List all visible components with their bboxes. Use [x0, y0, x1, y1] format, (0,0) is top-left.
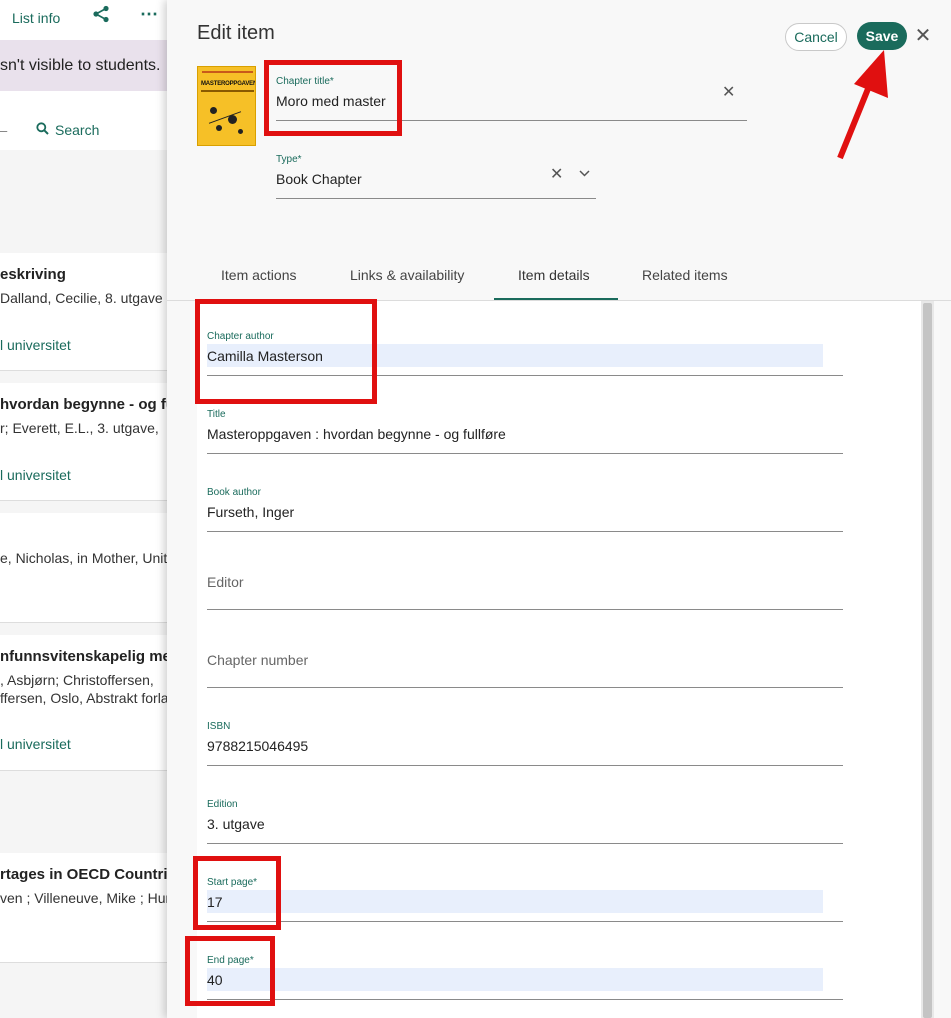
- list-item-link[interactable]: l universitet: [0, 467, 71, 483]
- search-link[interactable]: Search: [36, 122, 99, 138]
- field-underline: [207, 609, 843, 610]
- field-underline: [207, 843, 843, 844]
- form-scrollbar[interactable]: [921, 301, 934, 1018]
- edition-value[interactable]: 3. utgave: [207, 816, 265, 832]
- annotation-box-end-page: [185, 936, 275, 1006]
- list-item-meta: r; Everett, E.L., 3. utgave,: [0, 420, 159, 436]
- list-item-title: hvordan begynne - og fu: [0, 396, 175, 413]
- search-label: Search: [55, 122, 100, 138]
- chapter-number-placeholder[interactable]: Chapter number: [207, 652, 308, 668]
- active-tab-indicator: [494, 298, 618, 300]
- type-label: Type*: [276, 154, 302, 165]
- cover-subtitle-bar: [201, 90, 254, 92]
- list-item-title: rtages in OECD Countrie: [0, 866, 176, 883]
- tab-item-details[interactable]: Item details: [518, 267, 590, 283]
- panel-title: Edit item: [197, 22, 275, 44]
- title-field[interactable]: Title Masteroppgaven : hvordan begynne -…: [207, 409, 843, 455]
- end-page-field[interactable]: End page* 40: [207, 955, 843, 1001]
- close-icon[interactable]: ✕: [912, 23, 934, 49]
- list-item-meta: e, Nicholas, in Mother, Unit: [0, 550, 168, 566]
- book-author-field[interactable]: Book author Furseth, Inger: [207, 487, 843, 533]
- list-item-link[interactable]: l universitet: [0, 337, 71, 353]
- isbn-field[interactable]: ISBN 9788215046495: [207, 721, 843, 767]
- tab-item-actions[interactable]: Item actions: [221, 267, 296, 283]
- field-underline: [207, 921, 843, 922]
- isbn-label: ISBN: [207, 721, 231, 732]
- annotation-box-start-page: [193, 856, 281, 930]
- book-cover-thumbnail: MASTEROPPGAVEN: [197, 66, 256, 146]
- list-item-title: eskriving: [0, 266, 66, 283]
- field-underline: [276, 198, 596, 199]
- field-underline: [207, 531, 843, 532]
- edition-field[interactable]: Edition 3. utgave: [207, 799, 843, 845]
- book-author-label: Book author: [207, 487, 261, 498]
- search-icon: [36, 122, 49, 138]
- list-item-meta: ven ; Villeneuve, Mike ; Hur: [0, 890, 171, 906]
- list-item-title: nfunnsvitenskapelig me: [0, 648, 171, 665]
- item-details-form: Chapter author Camilla Masterson Title M…: [197, 301, 921, 1018]
- field-underline: [207, 765, 843, 766]
- cover-figure: [216, 125, 222, 131]
- filter-separator: –: [0, 123, 8, 138]
- editor-field[interactable]: Editor: [207, 565, 843, 611]
- scrollbar-thumb[interactable]: [923, 303, 932, 1018]
- autofill-highlight: [207, 968, 823, 991]
- cancel-button[interactable]: Cancel: [785, 23, 847, 51]
- more-icon[interactable]: ⋯: [140, 4, 159, 25]
- tab-related-items[interactable]: Related items: [642, 267, 728, 283]
- field-underline: [207, 687, 843, 688]
- autofill-highlight: [207, 890, 823, 913]
- list-item-meta: Dalland, Cecilie, 8. utgave: [0, 290, 163, 306]
- cover-top-band: [202, 71, 253, 73]
- type-select[interactable]: Type* Book Chapter ✕: [276, 152, 596, 200]
- start-page-field[interactable]: Start page* 17: [207, 877, 843, 923]
- clear-icon[interactable]: ✕: [550, 164, 563, 184]
- tab-links-availability[interactable]: Links & availability: [350, 267, 464, 283]
- chapter-number-field[interactable]: Chapter number: [207, 643, 843, 689]
- isbn-value[interactable]: 9788215046495: [207, 738, 308, 754]
- annotation-box-chapter-author: [195, 299, 377, 404]
- title-value[interactable]: Masteroppgaven : hvordan begynne - og fu…: [207, 426, 506, 442]
- annotation-box-chapter-title: [264, 60, 402, 136]
- title-label: Title: [207, 409, 226, 420]
- chevron-down-icon[interactable]: [579, 166, 590, 180]
- cover-figure: [210, 107, 217, 114]
- save-button[interactable]: Save: [857, 22, 907, 50]
- book-author-value[interactable]: Furseth, Inger: [207, 504, 294, 520]
- field-underline: [207, 453, 843, 454]
- annotation-arrow: [837, 50, 888, 160]
- list-info-link[interactable]: List info: [12, 10, 60, 26]
- type-value[interactable]: Book Chapter: [276, 171, 362, 187]
- edition-label: Edition: [207, 799, 238, 810]
- cover-title: MASTEROPPGAVEN: [201, 81, 256, 87]
- field-underline: [207, 999, 843, 1000]
- share-icon[interactable]: [92, 5, 110, 28]
- clear-icon[interactable]: ✕: [722, 82, 735, 102]
- item-tabs: Item actions Links & availability Item d…: [167, 258, 951, 301]
- cover-figure: [238, 129, 243, 134]
- list-item-meta: , Asbjørn; Christoffersen,: [0, 672, 154, 688]
- banner-text: sn't visible to students.: [0, 57, 161, 74]
- list-item-meta-2: ffersen, Oslo, Abstrakt forla: [0, 690, 169, 706]
- share-icon-svg: [93, 5, 109, 23]
- editor-placeholder[interactable]: Editor: [207, 574, 244, 590]
- list-item-link[interactable]: l universitet: [0, 736, 71, 752]
